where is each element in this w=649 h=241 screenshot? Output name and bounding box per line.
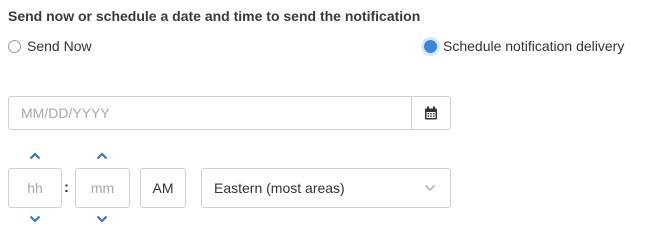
minute-field: [75, 168, 130, 208]
calendar-button[interactable]: [411, 97, 450, 129]
timezone-value: Eastern (most areas): [214, 180, 345, 196]
hour-increment-button[interactable]: [25, 149, 45, 163]
hour-decrement-button[interactable]: [25, 212, 45, 226]
schedule-label: Schedule notification delivery: [443, 38, 625, 54]
chevron-up-icon: [29, 152, 41, 160]
timezone-select[interactable]: Eastern (most areas): [201, 168, 451, 208]
time-separator: :: [64, 179, 69, 196]
send-now-label: Send Now: [27, 38, 92, 54]
section-heading: Send now or schedule a date and time to …: [8, 8, 421, 24]
schedule-option[interactable]: Schedule notification delivery: [424, 38, 624, 54]
minute-input[interactable]: [76, 169, 129, 207]
minute-decrement-button[interactable]: [92, 212, 112, 226]
hour-input[interactable]: [9, 169, 61, 207]
calendar-icon: [425, 106, 437, 120]
send-now-option[interactable]: Send Now: [8, 38, 92, 54]
chevron-up-icon: [96, 152, 108, 160]
chevron-down-icon: [29, 215, 41, 223]
schedule-radio[interactable]: [424, 39, 437, 53]
chevron-down-icon: [424, 184, 436, 192]
send-now-radio[interactable]: [8, 39, 21, 53]
hour-field: [8, 168, 62, 208]
meridiem-toggle[interactable]: AM: [140, 168, 186, 208]
chevron-down-icon: [96, 215, 108, 223]
minute-increment-button[interactable]: [92, 149, 112, 163]
date-picker: [8, 96, 451, 130]
date-input[interactable]: [9, 97, 411, 129]
